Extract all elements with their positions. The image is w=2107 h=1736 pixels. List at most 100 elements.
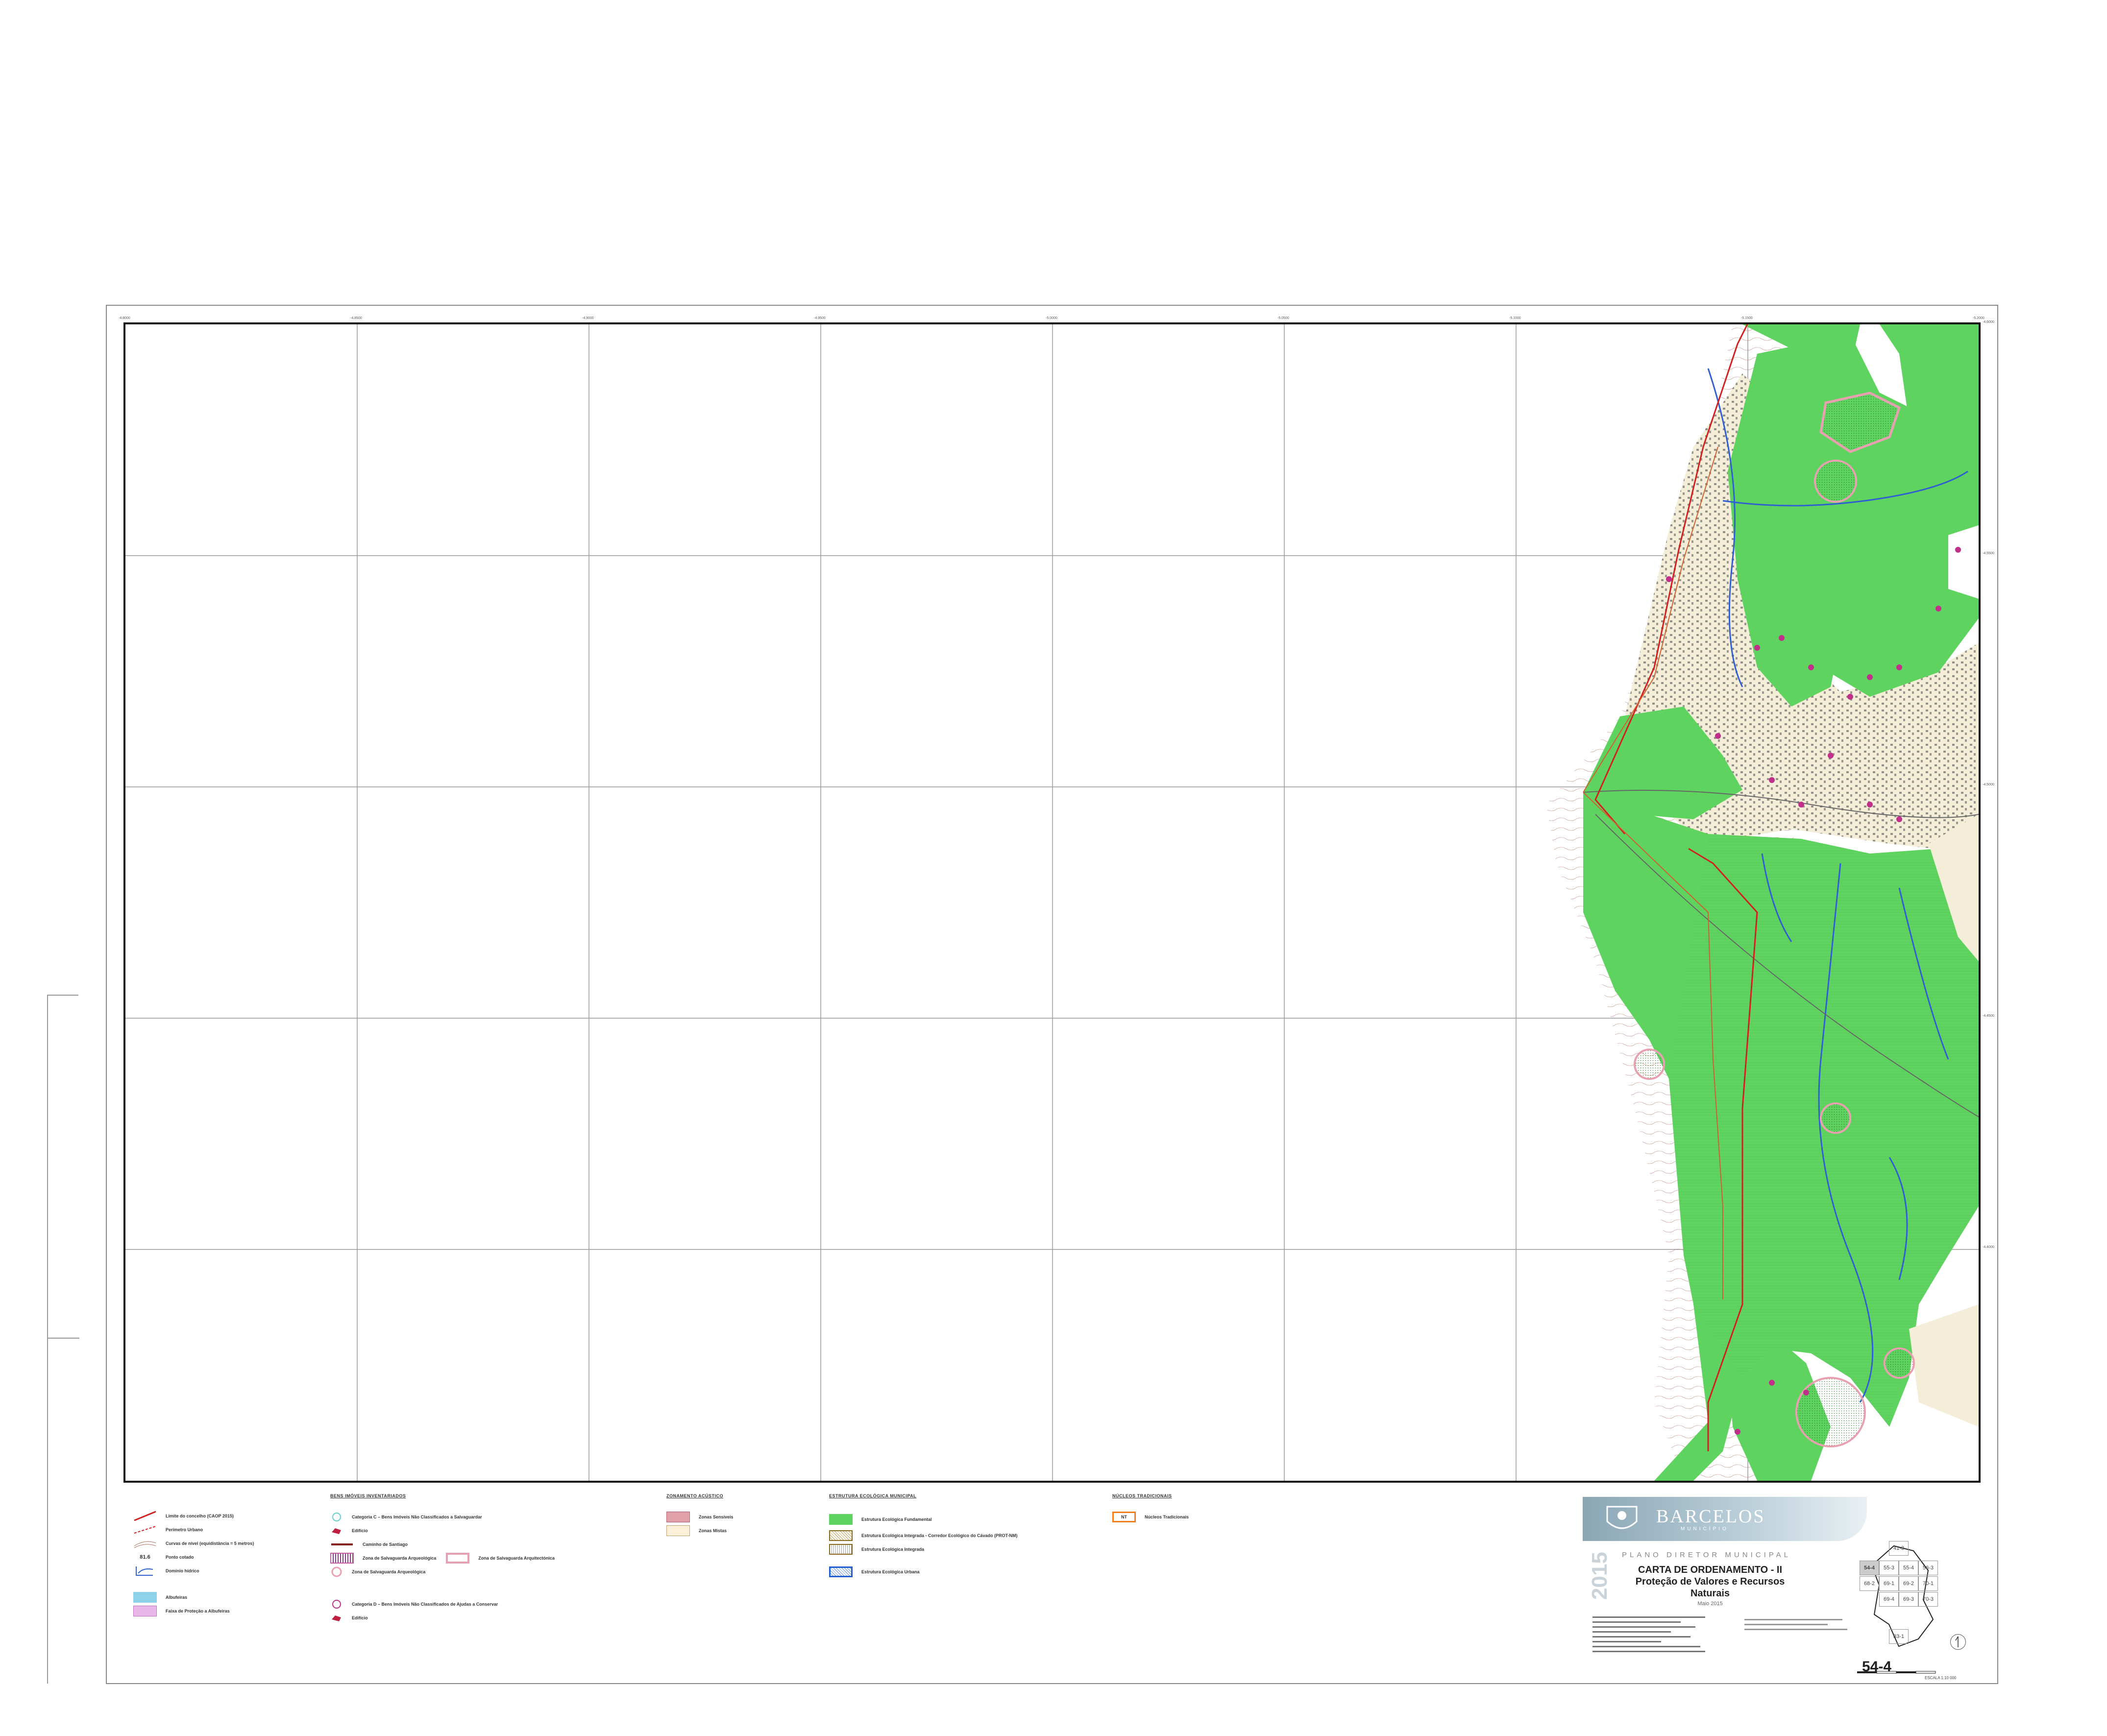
red-dash-icon bbox=[133, 1524, 157, 1535]
legend-heading: ZONAMENTO ACÚSTICO bbox=[666, 1493, 723, 1498]
dotted-zone-icon bbox=[330, 1553, 354, 1564]
sheet-index-cell[interactable]: 41-3 bbox=[1889, 1541, 1909, 1556]
coordinate-label: -4.8500 bbox=[350, 317, 362, 320]
red-line-icon bbox=[133, 1511, 157, 1521]
coordinate-label: -5.0000 bbox=[1046, 317, 1057, 320]
sheet-index: 41-3 54-4 55-3 55-4 56-3 68-2 69-1 69-2 70-1 69-4… bbox=[1860, 1541, 1943, 1654]
scale-bar bbox=[1857, 1671, 1936, 1674]
legend-label: Ponto cotado bbox=[166, 1555, 194, 1560]
legend-item-building-d: Edifício bbox=[330, 1611, 555, 1625]
sheet-index-cell[interactable]: 69-3 bbox=[1899, 1592, 1918, 1607]
protection-icon bbox=[133, 1606, 157, 1616]
legend-column-acoustic: ZONAMENTO ACÚSTICO Zonas Sensíveis Zonas… bbox=[666, 1493, 734, 1538]
coordinate-label: -5.1000 bbox=[1509, 317, 1521, 320]
legend-column-base: Limite do concelho (CAOP 2015) Perímetro… bbox=[133, 1509, 254, 1618]
legend-item-hydro: Domínio hídrico bbox=[133, 1564, 254, 1578]
legend-label: Domínio hídrico bbox=[166, 1568, 199, 1573]
sheet-index-cell[interactable]: 69-4 bbox=[1879, 1592, 1899, 1607]
legend-item-category-c: Categoria C – Bens Imóveis Não Classific… bbox=[330, 1510, 555, 1524]
map-date: Maio 2015 bbox=[1697, 1601, 1723, 1607]
map-title: CARTA DE ORDENAMENTO - II bbox=[1638, 1565, 1783, 1575]
sheet-index-cell[interactable]: 70-1 bbox=[1918, 1576, 1938, 1591]
scale-label: ESCALA 1:10 000 bbox=[1925, 1676, 1957, 1680]
legend-item-eef: Estrutura Ecológica Fundamental bbox=[829, 1510, 1018, 1529]
projection-fine-print bbox=[1744, 1619, 1847, 1630]
map-frame[interactable] bbox=[123, 322, 1981, 1483]
brand-subtitle: MUNICÍPIO bbox=[1681, 1526, 1729, 1532]
title-block: BARCELOS MUNICÍPIO 2015 PLANO DIRETOR MU… bbox=[1583, 1497, 1975, 1681]
legend-item-eei: Estrutura Ecológica Integrada bbox=[829, 1542, 1018, 1556]
sheet-index-cell[interactable]: 54-4 bbox=[1860, 1561, 1879, 1575]
building-icon bbox=[330, 1525, 343, 1536]
legend-item-category-d: Categoria D – Bens Imóveis Não Classific… bbox=[330, 1597, 555, 1611]
legend-item-reservoir-protection: Faixa de Proteção a Albufeiras bbox=[133, 1604, 254, 1618]
brand-name: BARCELOS bbox=[1656, 1506, 1765, 1527]
nt-swatch: NT bbox=[1112, 1512, 1136, 1522]
sensitive-zone-swatch bbox=[666, 1512, 690, 1522]
legend-label: Estrutura Ecológica Urbana bbox=[861, 1569, 920, 1574]
legend-label: Zona de Salvaguarda Arqueológica bbox=[352, 1569, 426, 1574]
sheet-index-cell[interactable]: 55-3 bbox=[1879, 1561, 1899, 1575]
brand-banner: BARCELOS MUNICÍPIO bbox=[1583, 1497, 1867, 1541]
legend-column-heritage: BENS IMÓVEIS INVENTARIADOS Categoria C –… bbox=[330, 1493, 555, 1625]
coordinate-label: -4.4000 bbox=[1983, 1246, 1994, 1249]
circle-icon bbox=[330, 1512, 343, 1522]
sheet-index-cell[interactable]: 68-2 bbox=[1860, 1576, 1879, 1591]
map-subtitle-2: Naturais bbox=[1690, 1588, 1730, 1599]
legend-label: Categoria D – Bens Imóveis Não Classific… bbox=[352, 1602, 498, 1607]
legend-label: Curvas de nível (equidistância = 5 metro… bbox=[166, 1541, 254, 1546]
sheet-index-cell[interactable]: 69-1 bbox=[1879, 1576, 1899, 1591]
legend-label: Edifício bbox=[352, 1528, 368, 1533]
sheet-index-cell[interactable]: 83-1 bbox=[1889, 1629, 1909, 1644]
legend-label: Estrutura Ecológica Fundamental bbox=[861, 1517, 932, 1522]
magenta-circle-icon bbox=[330, 1599, 343, 1610]
legend-label: Albufeiras bbox=[166, 1595, 188, 1600]
legend-item-archaeological-zone-2: Zona de Salvaguarda Arqueológica bbox=[330, 1565, 555, 1579]
crest-icon bbox=[1606, 1506, 1638, 1529]
sheet-index-cell[interactable]: 55-4 bbox=[1899, 1561, 1918, 1575]
hydro-icon bbox=[133, 1565, 157, 1576]
legend-item-archaeological-zone: Zona de Salvaguarda Arqueológica Zona de… bbox=[330, 1551, 555, 1565]
legend-heading: BENS IMÓVEIS INVENTARIADOS bbox=[330, 1493, 406, 1498]
legend-label: Faixa de Proteção a Albufeiras bbox=[166, 1609, 230, 1614]
pink-zone-icon bbox=[446, 1553, 470, 1564]
legend-item-mixed: Zonas Mistas bbox=[666, 1524, 734, 1538]
legend-item-spot-height: 81.6 Ponto cotado bbox=[133, 1550, 254, 1564]
legend-item-traditional: NT Núcleos Tradicionais bbox=[1112, 1510, 1189, 1524]
sheet-index-cell[interactable]: 69-2 bbox=[1899, 1576, 1918, 1591]
legend-item-building-c: Edifício bbox=[330, 1524, 555, 1538]
metadata-fine-print bbox=[1592, 1616, 1705, 1652]
legend-item-eeu: Estrutura Ecológica Urbana bbox=[829, 1565, 1018, 1579]
map-subtitle-1: Proteção de Valores e Recursos bbox=[1635, 1576, 1785, 1587]
coordinate-label: -4.9500 bbox=[814, 317, 826, 320]
coordinate-label: -5.2000 bbox=[1973, 317, 1984, 320]
legend-item-camino: Caminho de Santiago bbox=[330, 1538, 555, 1551]
blue-hatch-swatch bbox=[829, 1566, 853, 1577]
hatch-vertical-swatch bbox=[829, 1544, 853, 1555]
legend-item-urban-perimeter: Perímetro Urbano bbox=[133, 1523, 254, 1537]
contour-icon bbox=[133, 1538, 157, 1549]
legend-label: Zonas Mistas bbox=[699, 1528, 727, 1533]
sheet-index-cell[interactable]: 70-3 bbox=[1918, 1592, 1938, 1607]
sheet-index-cell[interactable]: 56-3 bbox=[1918, 1561, 1938, 1575]
legend-label: Perímetro Urbano bbox=[166, 1527, 203, 1532]
hatch-brown-swatch bbox=[829, 1530, 853, 1541]
legend-column-ecological: ESTRUTURA ECOLÓGICA MUNICIPAL Estrutura … bbox=[829, 1493, 1018, 1579]
legend-item-sensitive: Zonas Sensíveis bbox=[666, 1510, 734, 1524]
legend-heading: NÚCLEOS TRADICIONAIS bbox=[1112, 1493, 1172, 1498]
legend-label: Estrutura Ecológica Integrada - Corredor… bbox=[861, 1533, 1018, 1538]
map-canvas[interactable] bbox=[125, 324, 1979, 1481]
legend-label: Categoria C – Bens Imóveis Não Classific… bbox=[352, 1515, 482, 1519]
legend-label: Estrutura Ecológica Integrada bbox=[861, 1547, 925, 1552]
coordinate-label: -4.5500 bbox=[1983, 552, 1994, 555]
coordinate-label: -4.4500 bbox=[1983, 1014, 1994, 1018]
legend-label: Edifício bbox=[352, 1615, 368, 1620]
legend-item-reservoir: Albufeiras bbox=[133, 1590, 254, 1604]
left-bracket bbox=[47, 995, 79, 1684]
reservoir-icon bbox=[133, 1592, 157, 1603]
camino-line-icon bbox=[330, 1539, 354, 1550]
coordinate-label: -5.0500 bbox=[1277, 317, 1289, 320]
coordinate-label: -4.8000 bbox=[119, 317, 130, 320]
legend-label: Limite do concelho (CAOP 2015) bbox=[166, 1514, 234, 1518]
coordinate-label: -4.6000 bbox=[1983, 320, 1994, 324]
